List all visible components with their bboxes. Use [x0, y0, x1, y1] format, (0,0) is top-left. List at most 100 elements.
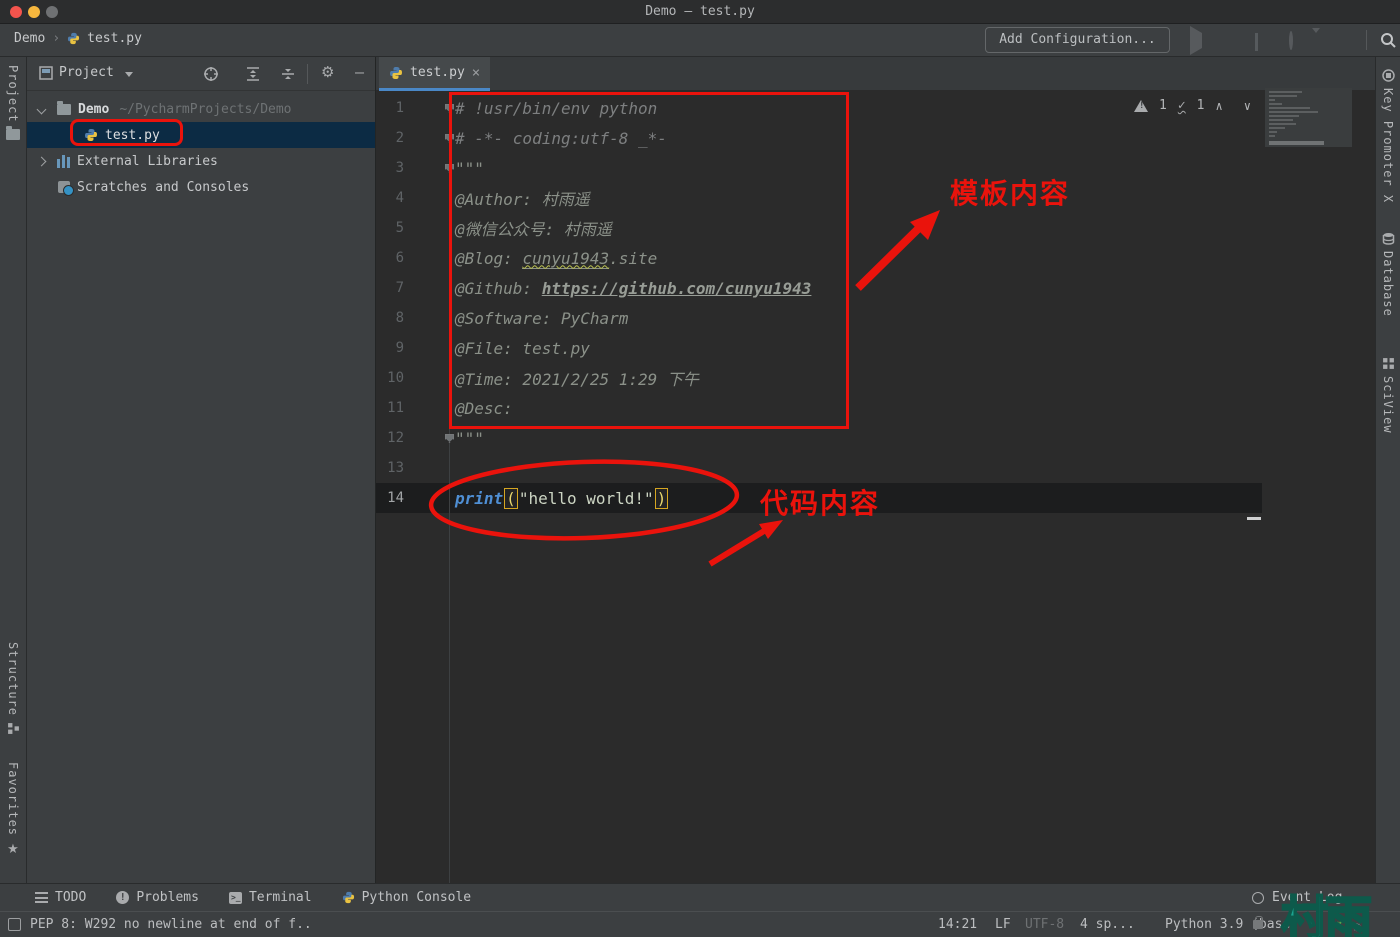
- hide-panel-icon[interactable]: —: [355, 63, 364, 81]
- gear-icon[interactable]: ⚙: [1352, 921, 1362, 934]
- code-line[interactable]: 6@Blog: cunyu1943.site: [376, 243, 1375, 273]
- status-message[interactable]: PEP 8: W292 no newline at end of f..: [30, 917, 312, 932]
- typo-count: 1: [1197, 98, 1205, 113]
- run-with-coverage-icon[interactable]: [1254, 33, 1270, 49]
- chevron-right-icon[interactable]: [37, 156, 47, 166]
- code-line[interactable]: 9@File: test.py: [376, 333, 1375, 363]
- chevron-down-icon[interactable]: [1312, 33, 1328, 49]
- chevron-down-icon[interactable]: [37, 104, 47, 114]
- line-number: 13: [376, 460, 404, 476]
- gutter-fold-column: [404, 93, 455, 123]
- collapse-all-icon[interactable]: [280, 66, 296, 82]
- caret-position[interactable]: 14:21: [938, 917, 977, 932]
- gutter-fold-column: [404, 303, 455, 333]
- code-line[interactable]: 4@Author: 村雨遥: [376, 183, 1375, 213]
- tree-row-demo[interactable]: Demo ~/PycharmProjects/Demo: [27, 96, 375, 122]
- tool-button-sciview[interactable]: SciView: [1376, 357, 1400, 434]
- tab-testpy[interactable]: test.py ×: [379, 57, 490, 91]
- code-line[interactable]: 12""": [376, 423, 1375, 453]
- locate-file-icon[interactable]: [203, 66, 219, 82]
- tool-button-key-promoter[interactable]: Key Promoter X: [1376, 69, 1400, 203]
- fold-marker-icon[interactable]: [445, 134, 454, 143]
- tree-row-testpy[interactable]: test.py: [27, 122, 375, 148]
- fold-marker-icon[interactable]: [445, 164, 454, 173]
- next-problem-icon[interactable]: ∨: [1244, 99, 1251, 113]
- breadcrumb-project[interactable]: Demo: [14, 31, 45, 46]
- tool-button-problems[interactable]: !Problems: [116, 890, 199, 905]
- warning-count: 1: [1159, 98, 1167, 113]
- code-text: @Desc:: [455, 399, 522, 418]
- structure-icon: [7, 722, 20, 735]
- toolbar-divider: [1366, 30, 1367, 50]
- inspections-ok-icon[interactable]: ✔: [1335, 915, 1347, 931]
- libraries-icon: [57, 155, 70, 168]
- tree-node-label[interactable]: External Libraries: [77, 154, 218, 169]
- tool-button-python-console[interactable]: Python Console: [342, 890, 472, 905]
- tool-button-todo[interactable]: TODO: [35, 890, 86, 905]
- code-line[interactable]: 14print("hello world!"): [376, 483, 1375, 513]
- problems-icon: !: [116, 891, 129, 904]
- expand-all-icon[interactable]: [245, 66, 261, 82]
- python-interpreter[interactable]: Python 3.9 (base): [1165, 917, 1298, 932]
- tool-button-database[interactable]: Database: [1376, 232, 1400, 317]
- tool-button-terminal[interactable]: >_Terminal: [229, 890, 312, 905]
- code-line[interactable]: 11@Desc:: [376, 393, 1375, 423]
- line-number: 1: [376, 100, 404, 116]
- debug-icon[interactable]: [1221, 33, 1237, 49]
- tool-button-structure[interactable]: Structure: [0, 642, 26, 735]
- stop-icon[interactable]: [1337, 33, 1353, 49]
- indent-style[interactable]: 4 sp...: [1080, 917, 1135, 932]
- tree-node-label[interactable]: test.py: [105, 128, 160, 143]
- close-tab-icon[interactable]: ×: [472, 65, 480, 81]
- chevron-down-icon[interactable]: [125, 72, 133, 77]
- pycharm-window: Demo – test.py Demo › test.py Add Config…: [0, 0, 1400, 937]
- gutter-fold-column: [404, 423, 455, 453]
- tree-row-scratches[interactable]: Scratches and Consoles: [27, 174, 375, 200]
- tool-button-event-log[interactable]: Event Log: [1252, 884, 1342, 911]
- code-line[interactable]: 2# -*- coding:utf-8 _*-: [376, 123, 1375, 153]
- code-line[interactable]: 13: [376, 453, 1375, 483]
- gutter-fold-column: [404, 213, 455, 243]
- tree-node-label[interactable]: Scratches and Consoles: [77, 180, 249, 195]
- tab-label[interactable]: test.py: [410, 65, 465, 80]
- code-line[interactable]: 3""": [376, 153, 1375, 183]
- inspection-widget[interactable]: 1 ✓ 1 ∧ ∨: [1134, 98, 1251, 113]
- code-text: # !usr/bin/env python: [455, 99, 657, 118]
- tree-row-external-libraries[interactable]: External Libraries: [27, 148, 375, 174]
- editor-area: test.py × 1 # !usr/bin/env python 2# -*- c…: [376, 57, 1375, 883]
- tree-node-path: ~/PycharmProjects/Demo: [119, 102, 291, 117]
- tool-button-favorites[interactable]: Favorites ★: [0, 762, 26, 857]
- tool-button-project[interactable]: Project: [0, 65, 26, 140]
- profiler-icon[interactable]: [1287, 33, 1303, 49]
- gutter-fold-column: [404, 393, 455, 423]
- tree-node-label[interactable]: Demo: [78, 102, 109, 117]
- code-line[interactable]: 5@微信公众号: 村雨遥: [376, 213, 1375, 243]
- code-text: """: [455, 429, 484, 448]
- search-everywhere-icon[interactable]: [1380, 32, 1397, 49]
- code-line[interactable]: 7@Github: https://github.com/cunyu1943: [376, 273, 1375, 303]
- code-text: print("hello world!"): [455, 489, 669, 508]
- left-tool-stripe: Project Structure Favorites ★: [0, 57, 27, 883]
- add-configuration-button[interactable]: Add Configuration...: [985, 27, 1170, 53]
- lock-icon[interactable]: [1253, 920, 1263, 929]
- gear-icon[interactable]: ⚙: [321, 63, 334, 81]
- code-area[interactable]: 1 # !usr/bin/env python 2# -*- coding:utf-…: [376, 93, 1375, 513]
- fold-marker-icon[interactable]: [445, 434, 454, 443]
- status-bar: PEP 8: W292 no newline at end of f.. 14:…: [0, 911, 1400, 937]
- code-minimap[interactable]: [1265, 88, 1352, 147]
- prev-problem-icon[interactable]: ∧: [1215, 99, 1222, 113]
- line-separator[interactable]: LF: [995, 917, 1011, 932]
- code-line[interactable]: 10@Time: 2021/2/25 1:29 下午: [376, 363, 1375, 393]
- python-icon: [342, 891, 355, 904]
- code-line[interactable]: 8@Software: PyCharm: [376, 303, 1375, 333]
- database-icon: [1382, 232, 1395, 245]
- gutter-fold-column: [404, 153, 455, 183]
- scratches-icon: [58, 181, 70, 193]
- file-encoding[interactable]: UTF-8: [1025, 917, 1064, 932]
- reader-mode-icon[interactable]: [8, 918, 21, 931]
- bottom-tool-bar: TODO !Problems >_Terminal Python Console…: [0, 883, 1400, 911]
- run-icon[interactable]: [1188, 33, 1204, 49]
- project-panel-title[interactable]: Project: [59, 65, 114, 80]
- breadcrumb-file[interactable]: test.py: [87, 31, 142, 46]
- fold-marker-icon[interactable]: [445, 104, 454, 113]
